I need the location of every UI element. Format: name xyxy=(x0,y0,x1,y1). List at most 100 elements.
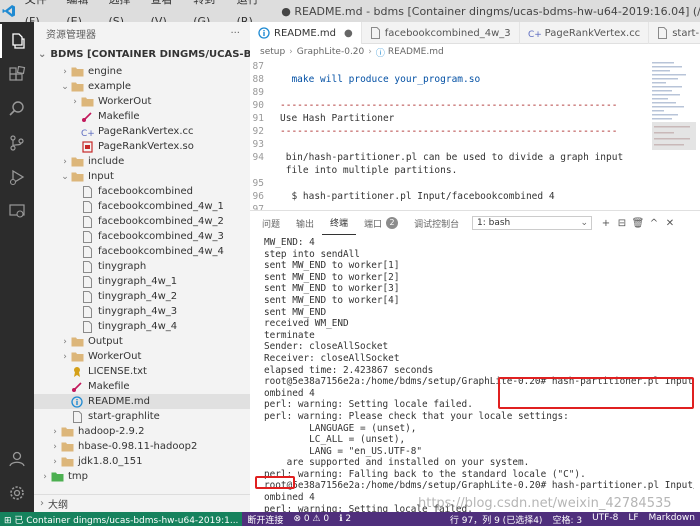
folder-icon xyxy=(60,441,74,453)
tree-item[interactable]: › Output xyxy=(34,334,250,349)
line-number: 95 xyxy=(252,178,264,189)
tree-item[interactable]: facebookcombined_4w_3 xyxy=(34,229,250,244)
terminal-select[interactable]: 1: bash ⌄ xyxy=(472,216,592,230)
remote-indicator[interactable]: ⊞ 已 Container dingms/ucas-bdms-hw-u64-20… xyxy=(0,512,243,526)
cursor-position[interactable]: 行 97，列 9 (已选择4) xyxy=(445,513,548,526)
code-line: 88 make will produce your_program.so xyxy=(250,73,650,86)
tree-item[interactable]: Makefile xyxy=(34,379,250,394)
file-icon xyxy=(80,230,94,243)
tree-item[interactable]: › WorkerOut xyxy=(34,349,250,364)
tree-item-label: tinygraph xyxy=(98,261,147,272)
explorer-icon[interactable] xyxy=(0,24,34,58)
terminal-line: root@5e38a7156e2a:/home/bdms/setup/Graph… xyxy=(264,480,694,492)
tree-item[interactable]: C+ PageRankVertex.cc xyxy=(34,124,250,139)
tree-item[interactable]: tinygraph_4w_3 xyxy=(34,304,250,319)
indentation[interactable]: 空格: 3 xyxy=(547,513,587,526)
split-terminal-icon[interactable]: ⊟ xyxy=(614,215,630,231)
chevron-right-icon: › xyxy=(40,498,44,509)
remote-explorer-icon[interactable] xyxy=(0,194,34,228)
ports-counter[interactable]: ℹ 2 xyxy=(334,514,356,524)
editor-tab-label: PageRankVertex.cc xyxy=(544,27,641,39)
extensions-panel-icon[interactable] xyxy=(0,58,34,92)
tree-item[interactable]: ⌄ example xyxy=(34,79,250,94)
kill-terminal-icon[interactable]: 🗑 xyxy=(630,215,646,231)
tree-item[interactable]: › tmp xyxy=(34,469,250,484)
folder-icon xyxy=(70,66,84,78)
breadcrumb-graphlite[interactable]: GraphLite-0.20 xyxy=(297,47,364,57)
svg-text:C+: C+ xyxy=(528,30,541,39)
tab-terminal[interactable]: 终端 xyxy=(322,211,357,235)
tree-item-label: jdk1.8.0_151 xyxy=(78,456,143,467)
code-line: 90 --------------------------------------… xyxy=(250,99,650,112)
cpp-file-icon: C+ xyxy=(528,27,541,39)
tree-item-label: include xyxy=(88,156,125,167)
unsaved-dot-icon[interactable]: ● xyxy=(344,28,353,39)
tree-item[interactable]: facebookcombined_4w_2 xyxy=(34,214,250,229)
code-editor[interactable]: 87 88 make will produce your_program.so 89… xyxy=(250,60,650,228)
tree-item[interactable]: LICENSE.txt xyxy=(34,364,250,379)
tree-item[interactable]: › hadoop-2.9.2 xyxy=(34,424,250,439)
editor-tab[interactable]: C+ PageRankVertex.cc xyxy=(520,22,650,44)
editor-tab[interactable]: README.md ● xyxy=(250,22,362,44)
workspace-root[interactable]: ⌄ BDMS [CONTAINER DINGMS/UCAS-BDMS-HW-U6… xyxy=(34,44,250,64)
explorer-more-button[interactable]: ··· xyxy=(230,28,240,39)
outline-section[interactable]: › 大纲 xyxy=(34,494,250,512)
annotation-highlight-warning xyxy=(255,476,295,489)
tree-item[interactable]: README.md xyxy=(34,394,250,409)
tab-debug-console[interactable]: 调试控制台 xyxy=(406,211,467,235)
tree-item[interactable]: Makefile xyxy=(34,109,250,124)
settings-gear-icon[interactable] xyxy=(0,476,34,510)
code-line: 96 $ hash-partitioner.pl Input/facebookc… xyxy=(250,190,650,203)
minimap[interactable] xyxy=(650,60,700,210)
tree-item-label: tinygraph_4w_2 xyxy=(98,291,178,302)
tree-item[interactable]: facebookcombined_4w_1 xyxy=(34,199,250,214)
disconnect-button[interactable]: 断开连接 xyxy=(242,513,288,526)
tree-item-label: Makefile xyxy=(88,381,130,392)
tree-item[interactable]: facebookcombined_4w_4 xyxy=(34,244,250,259)
new-terminal-icon[interactable]: + xyxy=(598,215,614,231)
tree-item[interactable]: tinygraph xyxy=(34,259,250,274)
tree-item[interactable]: › engine xyxy=(34,64,250,79)
tab-problems[interactable]: 问题 xyxy=(254,211,288,235)
breadcrumb-readme[interactable]: README.md xyxy=(388,47,444,57)
tree-item[interactable]: › hbase-0.98.11-hadoop2 xyxy=(34,439,250,454)
tree-item[interactable]: › jdk1.8.0_151 xyxy=(34,454,250,469)
tree-item[interactable]: › WorkerOut xyxy=(34,94,250,109)
tab-output[interactable]: 输出 xyxy=(288,211,322,235)
chevron-right-icon: › xyxy=(63,156,67,167)
editor-tab[interactable]: facebookcombined_4w_3 xyxy=(362,22,520,44)
account-icon[interactable] xyxy=(0,442,34,476)
terminal-line: Receiver: closeAllSocket xyxy=(264,352,400,364)
language-mode[interactable]: Markdown xyxy=(644,513,700,526)
run-debug-icon[interactable] xyxy=(0,160,34,194)
terminal-line: MW_END: 4 xyxy=(264,237,315,248)
tree-item[interactable]: tinygraph_4w_4 xyxy=(34,319,250,334)
breadcrumb-setup[interactable]: setup xyxy=(260,47,285,57)
folder-icon xyxy=(70,336,84,348)
tree-item[interactable]: tinygraph_4w_2 xyxy=(34,289,250,304)
tree-item[interactable]: facebookcombined xyxy=(34,184,250,199)
file-icon xyxy=(80,260,94,273)
tree-item[interactable]: start-graphlite xyxy=(34,409,250,424)
code-line-text: ----------------------------------------… xyxy=(280,126,618,137)
tree-item[interactable]: tinygraph_4w_1 xyxy=(34,274,250,289)
explorer-sidebar: 资源管理器 ··· ⌄ BDMS [CONTAINER DINGMS/UCAS-… xyxy=(34,22,250,512)
code-line: 95 xyxy=(250,177,650,190)
file-icon xyxy=(370,27,381,39)
search-icon[interactable] xyxy=(0,92,34,126)
source-control-icon[interactable] xyxy=(0,126,34,160)
tree-item[interactable]: ⌄ Input xyxy=(34,169,250,184)
close-panel-icon[interactable]: ✕ xyxy=(662,215,678,231)
end-of-line[interactable]: LF xyxy=(623,513,643,526)
line-number: 90 xyxy=(252,100,264,111)
line-number: 87 xyxy=(252,61,264,72)
editor-tab[interactable]: start- xyxy=(649,22,700,44)
code-line-text: $ hash-partitioner.pl Input/facebookcomb… xyxy=(280,191,555,202)
tree-item[interactable]: PageRankVertex.so xyxy=(34,139,250,154)
encoding[interactable]: UTF-8 xyxy=(587,513,623,526)
terminal-line: received WM_END xyxy=(264,318,349,330)
tree-item[interactable]: › include xyxy=(34,154,250,169)
maximize-panel-icon[interactable]: ^ xyxy=(646,215,662,231)
problems-counter[interactable]: ⊗ 0 ⚠ 0 xyxy=(288,514,334,524)
tab-ports[interactable]: 端口 2 xyxy=(356,211,406,235)
